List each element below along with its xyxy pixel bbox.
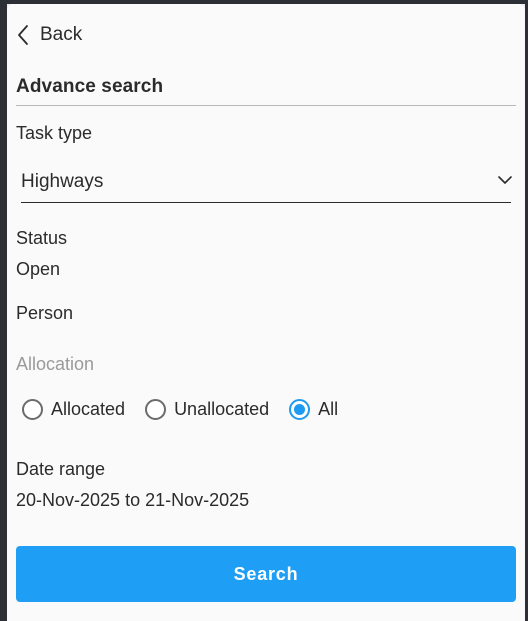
radio-allocated-circle[interactable] bbox=[22, 399, 43, 420]
search-button[interactable]: Search bbox=[16, 546, 516, 602]
radio-allocated-label: Allocated bbox=[51, 399, 126, 419]
page-title: Advance search bbox=[16, 76, 164, 97]
radio-all-selected-dot bbox=[294, 404, 306, 415]
back-button[interactable]: Back bbox=[16, 24, 82, 46]
allocation-radio-group: Allocated Unallocated All bbox=[22, 399, 358, 420]
task-type-select[interactable]: Highways bbox=[21, 166, 512, 203]
radio-all[interactable]: All bbox=[289, 399, 338, 420]
allocation-label: Allocation bbox=[16, 354, 95, 374]
radio-unallocated-circle[interactable] bbox=[145, 399, 167, 420]
radio-all-label: All bbox=[318, 399, 339, 419]
background-frame-left bbox=[0, 0, 7, 621]
task-type-label: Task type bbox=[16, 123, 93, 143]
back-label: Back bbox=[40, 24, 83, 45]
radio-allocated[interactable]: Allocated bbox=[22, 399, 125, 420]
task-type-selected-value: Highways bbox=[21, 171, 104, 192]
status-label: Status bbox=[16, 228, 68, 248]
title-divider bbox=[16, 105, 516, 106]
radio-unallocated-label: Unallocated bbox=[174, 399, 270, 419]
date-range-label: Date range bbox=[16, 459, 106, 479]
radio-unallocated[interactable]: Unallocated bbox=[145, 399, 269, 420]
radio-all-circle[interactable] bbox=[289, 399, 311, 420]
status-value[interactable]: Open bbox=[16, 259, 60, 280]
advance-search-panel: Back Advance search Task type Highways S… bbox=[7, 4, 525, 621]
chevron-down-icon bbox=[498, 176, 512, 184]
person-label[interactable]: Person bbox=[16, 303, 73, 324]
search-button-label: Search bbox=[233, 563, 299, 584]
date-range-value[interactable]: 20-Nov-2025 to 21-Nov-2025 bbox=[16, 490, 249, 511]
chevron-left-icon bbox=[18, 25, 28, 45]
